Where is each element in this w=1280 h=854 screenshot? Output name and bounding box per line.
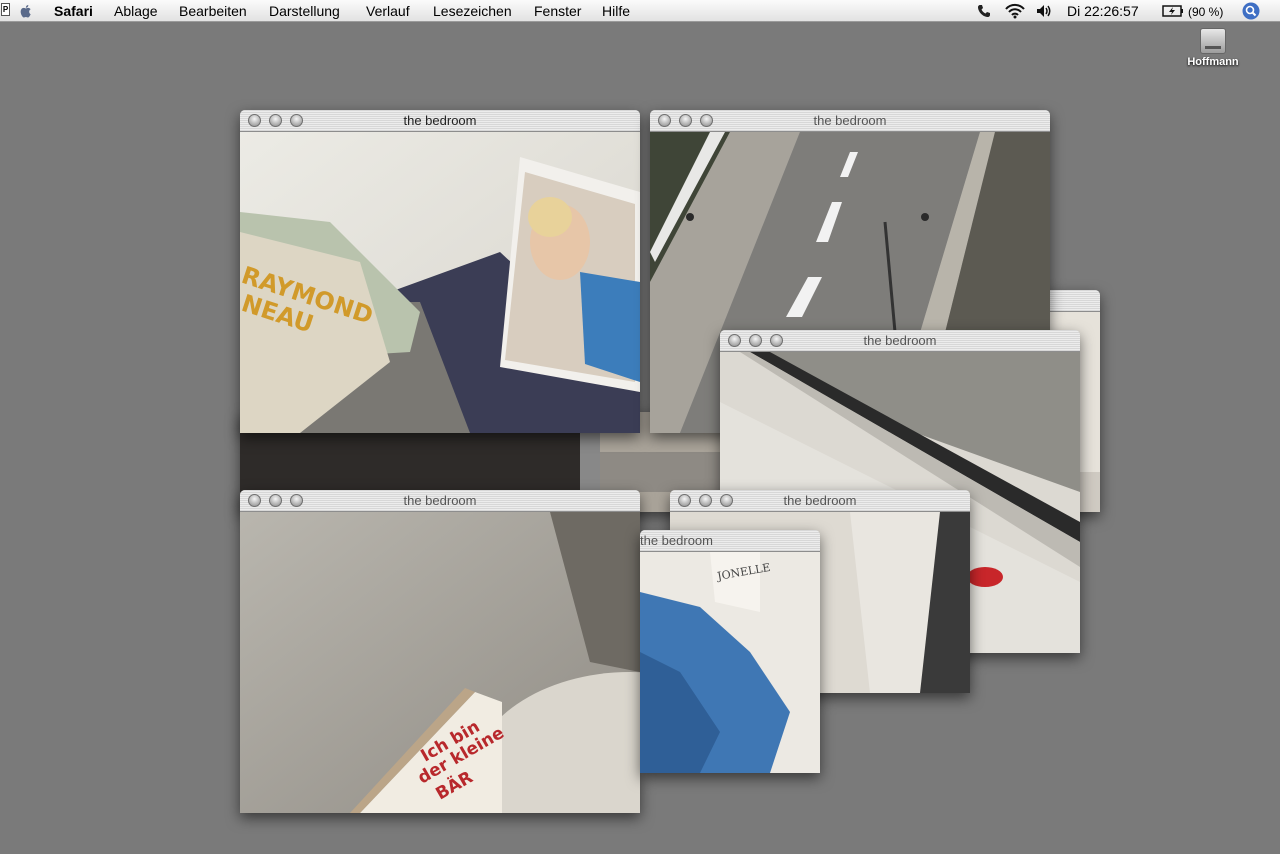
phone-icon[interactable]	[976, 3, 992, 19]
apple-menu-icon[interactable]	[18, 3, 34, 19]
battery-icon[interactable]	[1162, 3, 1184, 19]
window-bedroom-books[interactable]: the bedroom RAYMOND NEAU	[240, 110, 640, 433]
window-titlebar[interactable]: the bedroom	[240, 110, 640, 132]
menu-hilfe[interactable]: Hilfe	[602, 2, 630, 20]
hard-disk-desktop-icon[interactable]: Hoffmann	[1186, 28, 1240, 68]
window-title: the bedroom	[403, 493, 477, 508]
window-titlebar[interactable]: the bedroom	[670, 490, 970, 512]
app-document-icon[interactable]: P	[1, 3, 10, 16]
window-title: the bedroom	[783, 493, 857, 508]
hard-disk-label: Hoffmann	[1187, 56, 1239, 68]
window-bedroom-wall[interactable]: the bedroom Ich bin der kleine BÄR	[240, 490, 640, 813]
wifi-icon[interactable]	[1004, 3, 1026, 19]
volume-icon[interactable]	[1035, 3, 1055, 19]
window-bedroom-sheets[interactable]: the bedroom JONELLE	[640, 530, 820, 773]
window-title: the bedroom	[403, 113, 477, 128]
photo-books-and-postcard: RAYMOND NEAU	[240, 132, 640, 433]
window-titlebar[interactable]: the bedroom	[240, 490, 640, 512]
menu-lesezeichen[interactable]: Lesezeichen	[433, 2, 512, 20]
menu-safari[interactable]: Safari	[54, 2, 93, 20]
menu-darstellung[interactable]: Darstellung	[269, 2, 340, 20]
photo-wall-and-book: Ich bin der kleine BÄR	[240, 512, 640, 813]
window-title: the bedroom	[813, 113, 887, 128]
window-titlebar[interactable]: the bedroom	[640, 530, 820, 552]
hard-disk-icon	[1200, 28, 1226, 54]
clock[interactable]: Di 22:26:57	[1067, 2, 1139, 20]
menu-fenster[interactable]: Fenster	[534, 2, 581, 20]
menu-ablage[interactable]: Ablage	[114, 2, 158, 20]
window-titlebar[interactable]: the bedroom	[650, 110, 1050, 132]
photo-blue-sheets: JONELLE	[640, 552, 820, 773]
spotlight-search-icon[interactable]	[1242, 2, 1260, 20]
menu-bearbeiten[interactable]: Bearbeiten	[179, 2, 247, 20]
battery-percent: (90 %)	[1188, 5, 1224, 19]
window-title: the bedroom	[640, 533, 713, 548]
menu-verlauf[interactable]: Verlauf	[366, 2, 410, 20]
window-title: the bedroom	[863, 333, 937, 348]
menu-bar: P Safari Ablage Bearbeiten Darstellung V…	[0, 0, 1280, 22]
window-titlebar[interactable]: the bedroom	[720, 330, 1080, 352]
